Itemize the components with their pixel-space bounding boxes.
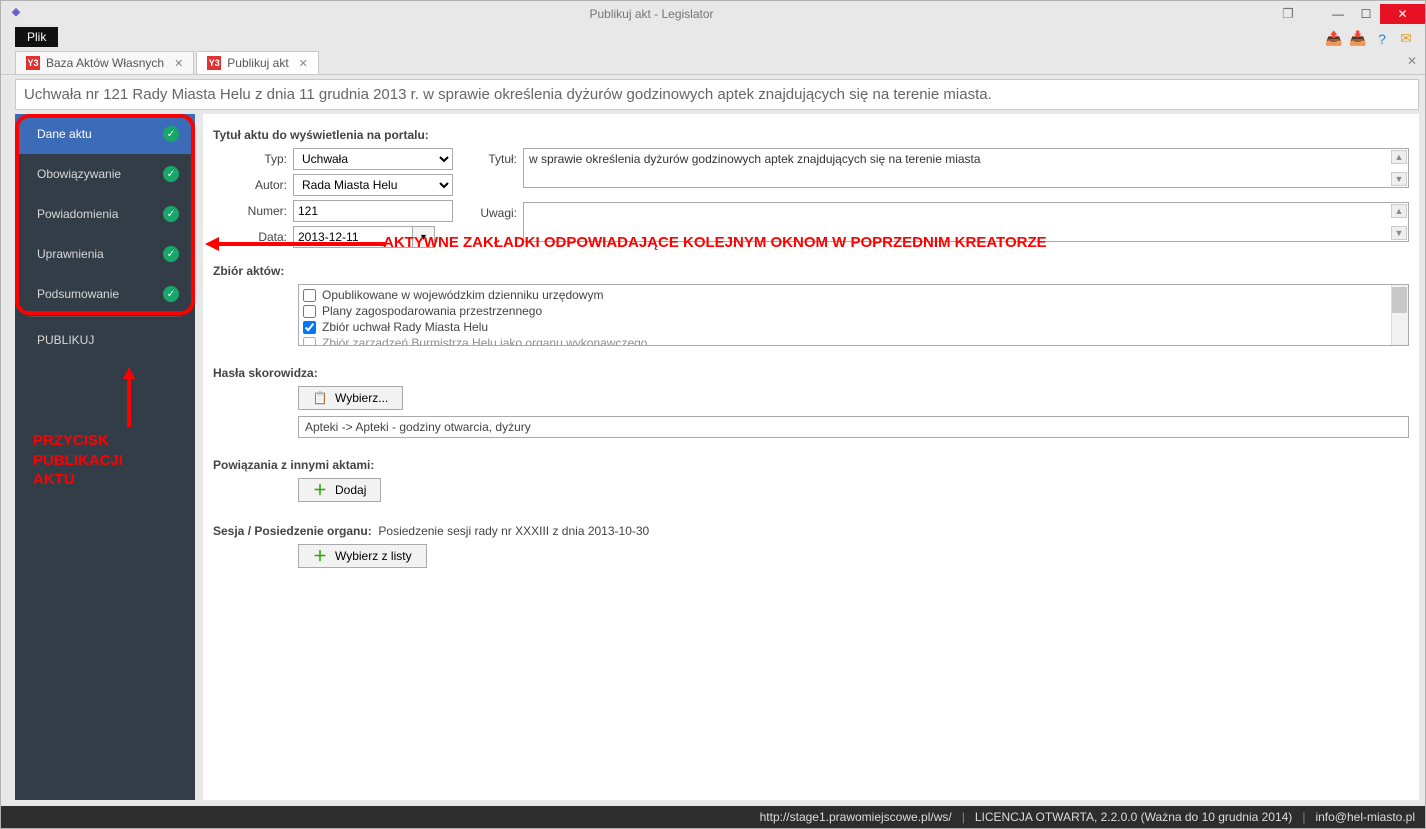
sidebar-item-label: Obowiązywanie <box>37 167 121 181</box>
tabbar-close-icon[interactable]: ✕ <box>1407 54 1417 68</box>
list-item[interactable]: Zbiór zarządzeń Burmistrza Helu jako org… <box>301 335 1406 346</box>
box-in-icon[interactable]: 📥 <box>1349 30 1367 48</box>
sidebar-item-label: Podsumowanie <box>37 287 119 301</box>
app-window: Publikuj akt - Legislator ❐ — ☐ ✕ Plik 📤… <box>0 0 1426 829</box>
maximize-button[interactable]: ☐ <box>1352 4 1380 24</box>
section-zbior: Zbiór aktów: <box>213 264 1409 278</box>
label-uwagi: Uwagi: <box>473 202 523 220</box>
tab-label: Publikuj akt <box>227 56 288 70</box>
form-right-col: Tytuł: w sprawie określenia dyżurów godz… <box>473 148 1409 248</box>
document-title: Uchwała nr 121 Rady Miasta Helu z dnia 1… <box>15 79 1419 110</box>
scroll-down-icon[interactable]: ▼ <box>1391 172 1407 186</box>
sidebar-item-obowiazywanie[interactable]: Obowiązywanie ✓ <box>15 154 195 194</box>
checkbox[interactable] <box>303 289 316 302</box>
annotation-arrow-up-icon <box>63 367 195 427</box>
menubar: Plik 📤 📥 ? ✉ <box>1 27 1425 50</box>
annotation-arrow-left-icon <box>205 234 385 254</box>
label-numer: Numer: <box>213 204 293 218</box>
wybierz-z-listy-button[interactable]: ＋ Wybierz z listy <box>298 544 427 568</box>
annotation-text: PRZYCISK PUBLIKACJI AKTU <box>15 427 195 498</box>
section-sesja: Sesja / Posiedzenie organu: <box>213 524 372 538</box>
scroll-up-icon[interactable]: ▲ <box>1391 150 1407 164</box>
content-area: Dane aktu ✓ Obowiązywanie ✓ Powiadomieni… <box>15 114 1419 800</box>
close-tab-icon[interactable]: ✕ <box>295 57 308 70</box>
sidebar-item-label: Dane aktu <box>37 127 92 141</box>
section-title: Tytuł aktu do wyświetlenia na portalu: <box>213 128 1409 142</box>
check-icon: ✓ <box>163 286 179 302</box>
status-license: LICENCJA OTWARTA, 2.2.0.0 (Ważna do 10 g… <box>975 810 1292 824</box>
list-item[interactable]: Zbiór uchwał Rady Miasta Helu <box>301 319 1406 335</box>
sidebar-item-label: Uprawnienia <box>37 247 104 261</box>
input-numer[interactable] <box>293 200 453 222</box>
window-title: Publikuj akt - Legislator <box>29 7 1274 21</box>
sidebar-item-uprawnienia[interactable]: Uprawnienia ✓ <box>15 234 195 274</box>
restore-down-icon[interactable]: ❐ <box>1274 4 1302 24</box>
tab-icon: Y3 <box>26 56 40 70</box>
tab-bar: Y3 Baza Aktów Własnych ✕ Y3 Publikuj akt… <box>1 50 1425 75</box>
form-top-grid: Typ: Uchwała Autor: Rada Miasta Helu Num… <box>213 148 1409 248</box>
help-icon[interactable]: ? <box>1373 30 1391 48</box>
minimize-button[interactable]: — <box>1324 4 1352 24</box>
label-typ: Typ: <box>213 152 293 166</box>
listbox-zbior-aktow[interactable]: Opublikowane w wojewódzkim dzienniku urz… <box>298 284 1409 346</box>
list-icon: 📋 <box>313 391 327 405</box>
main-panel: Tytuł aktu do wyświetlenia na portalu: T… <box>203 114 1419 800</box>
titlebar: Publikuj akt - Legislator ❐ — ☐ ✕ <box>1 1 1425 27</box>
label-tytul: Tytuł: <box>473 148 523 166</box>
sesja-value: Posiedzenie sesji rady nr XXXIII z dnia … <box>378 524 649 538</box>
wybierz-button[interactable]: 📋 Wybierz... <box>298 386 403 410</box>
sidebar-item-powiadomienia[interactable]: Powiadomienia ✓ <box>15 194 195 234</box>
label-autor: Autor: <box>213 178 293 192</box>
box-open-icon[interactable]: 📤 <box>1325 30 1343 48</box>
header-action-icons: 📤 📥 ? ✉ <box>1325 27 1415 50</box>
scrollbar[interactable] <box>1391 285 1408 345</box>
list-item[interactable]: Opublikowane w wojewódzkim dzienniku urz… <box>301 287 1406 303</box>
status-bar: http://stage1.prawomiejscowe.pl/ws/ | LI… <box>1 806 1425 828</box>
app-icon <box>9 7 23 21</box>
sesja-row: Sesja / Posiedzenie organu: Posiedzenie … <box>213 524 1409 538</box>
mail-icon[interactable]: ✉ <box>1397 30 1415 48</box>
scroll-down-icon[interactable]: ▼ <box>1391 226 1407 240</box>
select-autor[interactable]: Rada Miasta Helu <box>293 174 453 196</box>
section-powiazania: Powiązania z innymi aktami: <box>213 458 1409 472</box>
plus-icon: ＋ <box>313 480 327 500</box>
tab-baza-aktow[interactable]: Y3 Baza Aktów Własnych ✕ <box>15 51 194 74</box>
hasla-value[interactable]: Apteki -> Apteki - godziny otwarcia, dyż… <box>298 416 1409 438</box>
section-hasla: Hasła skorowidza: <box>213 366 1409 380</box>
list-item[interactable]: Plany zagospodarowania przestrzennego <box>301 303 1406 319</box>
checkbox[interactable] <box>303 321 316 334</box>
publish-button[interactable]: PUBLIKUJ <box>15 319 195 361</box>
textarea-tytul[interactable]: w sprawie określenia dyżurów godzinowych… <box>523 148 1409 188</box>
close-tab-icon[interactable]: ✕ <box>170 57 183 70</box>
check-icon: ✓ <box>163 126 179 142</box>
tab-icon: Y3 <box>207 56 221 70</box>
sidebar-item-podsumowanie[interactable]: Podsumowanie ✓ <box>15 274 195 314</box>
scroll-up-icon[interactable]: ▲ <box>1391 204 1407 218</box>
status-url: http://stage1.prawomiejscowe.pl/ws/ <box>760 810 952 824</box>
divider <box>29 316 181 317</box>
plus-icon: ＋ <box>313 546 327 566</box>
checkbox[interactable] <box>303 337 316 347</box>
check-icon: ✓ <box>163 246 179 262</box>
annotation-text: AKTYWNE ZAKŁADKI ODPOWIADAJĄCE KOLEJNYM … <box>383 234 1047 251</box>
check-icon: ✓ <box>163 166 179 182</box>
form-left-col: Typ: Uchwała Autor: Rada Miasta Helu Num… <box>213 148 453 248</box>
dodaj-button[interactable]: ＋ Dodaj <box>298 478 381 502</box>
scrollbar-thumb[interactable] <box>1392 287 1407 313</box>
sidebar-item-dane-aktu[interactable]: Dane aktu ✓ <box>15 114 195 154</box>
status-email: info@hel-miasto.pl <box>1315 810 1415 824</box>
check-icon: ✓ <box>163 206 179 222</box>
checkbox[interactable] <box>303 305 316 318</box>
tab-publikuj-akt[interactable]: Y3 Publikuj akt ✕ <box>196 51 319 74</box>
window-buttons: ❐ — ☐ ✕ <box>1274 4 1425 24</box>
wizard-sidebar: Dane aktu ✓ Obowiązywanie ✓ Powiadomieni… <box>15 114 195 800</box>
tab-label: Baza Aktów Własnych <box>46 56 164 70</box>
close-button[interactable]: ✕ <box>1380 4 1425 24</box>
menu-file[interactable]: Plik <box>15 27 58 47</box>
select-typ[interactable]: Uchwała <box>293 148 453 170</box>
sidebar-item-label: Powiadomienia <box>37 207 118 221</box>
